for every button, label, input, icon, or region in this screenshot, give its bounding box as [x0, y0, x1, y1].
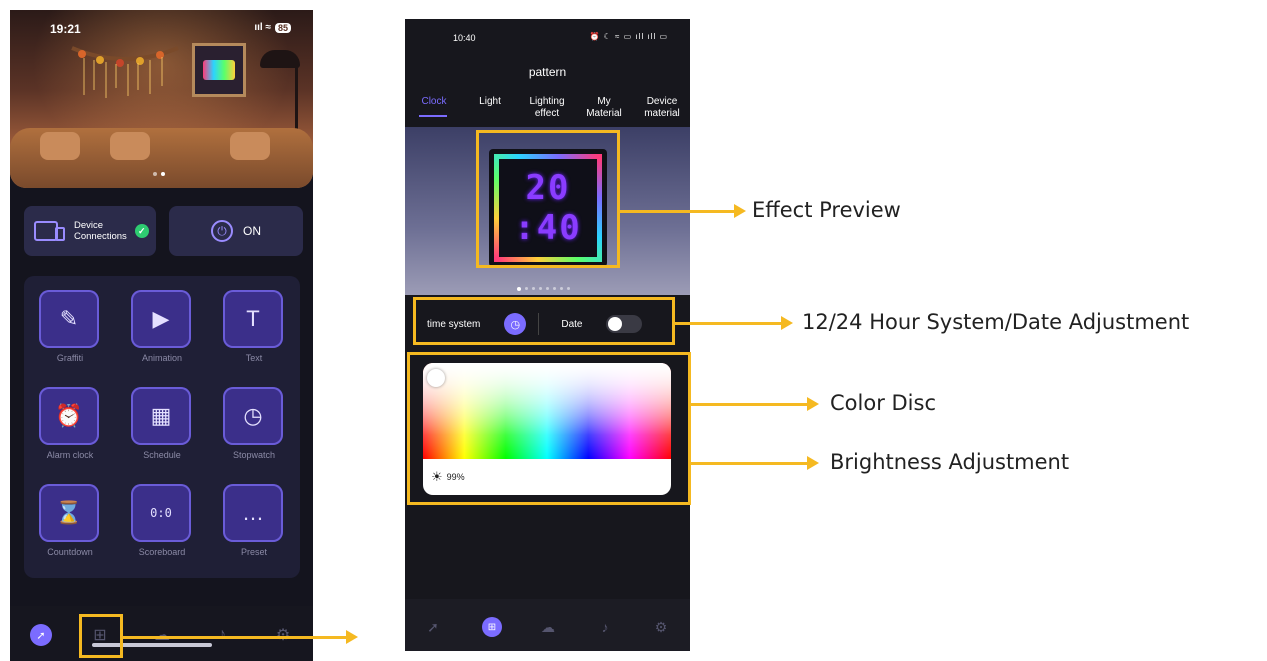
carousel-dot[interactable] [553, 287, 556, 290]
carousel-dot[interactable] [546, 287, 549, 290]
tile-label: Schedule [143, 450, 181, 460]
active-tab-indicator [419, 115, 447, 117]
arrow-head [346, 630, 358, 644]
tile-label: Stopwatch [232, 450, 276, 460]
compass-icon[interactable]: ➚ [30, 624, 52, 646]
status-time: 10:40 [453, 33, 476, 43]
carousel-dot[interactable] [560, 287, 563, 290]
hourglass-icon: ⌛ [39, 484, 99, 542]
callout-effect-preview: Effect Preview [752, 198, 901, 222]
tile-label: Graffiti [56, 353, 84, 363]
arrow-line [691, 403, 809, 406]
cushion [110, 132, 150, 160]
garland-decoration [71, 46, 179, 98]
tab-lighting-effect[interactable]: Lighting effect [523, 96, 571, 120]
carousel-dot-active[interactable] [161, 172, 165, 176]
signal-wifi-icon: ııl ≈ [254, 22, 271, 33]
carousel-dot[interactable] [153, 172, 157, 176]
tab-my-material[interactable]: My Material [581, 96, 627, 120]
carousel-dot-active[interactable] [517, 287, 521, 291]
arrow-line [123, 636, 348, 639]
tile-label: Preset [240, 547, 267, 557]
highlight-box-nav [79, 614, 123, 658]
tile-label: Alarm clock [46, 450, 94, 460]
cushion [230, 132, 270, 160]
countdown-tile[interactable]: ⌛ Countdown [24, 470, 116, 562]
music-icon[interactable]: ♪ [211, 624, 233, 646]
animation-tile[interactable]: ▶ Animation [116, 276, 208, 368]
phone-home-screen: 19:21 ııl ≈ 85 Device Connections ✓ ⏻ ON… [10, 10, 313, 661]
compass-icon[interactable]: ➚ [423, 617, 443, 637]
device-connections-button[interactable]: Device Connections ✓ [24, 206, 156, 256]
tab-clock[interactable]: Clock [417, 96, 451, 108]
arrow-head [781, 316, 793, 330]
scoreboard-tile[interactable]: 0:0 Scoreboard [116, 470, 208, 562]
page-title: pattern [528, 65, 567, 79]
pixel-art [203, 60, 235, 80]
status-icons: ııl ≈ 85 [254, 22, 291, 33]
carousel-dots[interactable] [153, 172, 165, 176]
callout-brightness: Brightness Adjustment [830, 450, 1070, 474]
text-tile[interactable]: T Text [208, 276, 300, 368]
device-icon [34, 221, 65, 241]
pattern-tabs: Clock Light Lighting effect My Material … [405, 96, 690, 126]
carousel-dot[interactable] [532, 287, 535, 290]
tile-label: Text [245, 353, 263, 363]
highlight-box-preview [476, 130, 620, 268]
alarm-clock-tile[interactable]: ⏰ Alarm clock [24, 373, 116, 465]
device-connections-label: Device Connections [74, 220, 127, 242]
arrow-line [691, 462, 809, 465]
bottom-nav: ➚ ⊞ ☁ ♪ ⚙ [405, 599, 690, 651]
power-icon: ⏻ [211, 220, 233, 242]
hero-banner[interactable]: 19:21 ııl ≈ 85 [10, 10, 313, 188]
music-icon[interactable]: ♪ [595, 617, 615, 637]
grid-apps-icon[interactable]: ⊞ [482, 617, 502, 637]
battery-indicator: 85 [274, 22, 291, 33]
callout-hour-system: 12/24 Hour System/Date Adjustment [802, 310, 1190, 334]
tab-device-material[interactable]: Device material [639, 96, 685, 120]
stopwatch-tile[interactable]: ◷ Stopwatch [208, 373, 300, 465]
alarm-clock-icon: ⏰ [39, 387, 99, 445]
tab-light[interactable]: Light [473, 96, 507, 108]
tile-label: Countdown [47, 547, 93, 557]
carousel-dot[interactable] [567, 287, 570, 290]
settings-gear-icon[interactable]: ⚙ [651, 617, 671, 637]
tile-label: Scoreboard [138, 547, 186, 557]
stage: 19:21 ııl ≈ 85 Device Connections ✓ ⏻ ON… [0, 0, 1267, 661]
arrow-line [620, 210, 736, 213]
scoreboard-icon: 0:0 [131, 484, 191, 542]
palette-icon: ✎ [39, 290, 99, 348]
settings-gear-icon[interactable]: ⚙ [272, 624, 294, 646]
highlight-box-color [407, 352, 691, 505]
tile-label: Animation [141, 353, 183, 363]
power-toggle-button[interactable]: ⏻ ON [169, 206, 303, 256]
schedule-tile[interactable]: ▦ Schedule [116, 373, 208, 465]
floor-lamp [260, 50, 300, 68]
stopwatch-icon: ◷ [223, 387, 283, 445]
arrow-line [675, 322, 783, 325]
chat-bubble-icon: … [223, 484, 283, 542]
status-time: 19:21 [50, 22, 81, 36]
power-label: ON [243, 224, 261, 238]
calendar-icon: ▦ [131, 387, 191, 445]
carousel-dot[interactable] [539, 287, 542, 290]
arrow-head [807, 397, 819, 411]
preview-carousel-dots[interactable] [517, 287, 570, 291]
graffiti-tile[interactable]: ✎ Graffiti [24, 276, 116, 368]
status-icons: ⏰ ☾ ≈ ▭ ıll ıll ▭ [589, 32, 668, 41]
carousel-dot[interactable] [525, 287, 528, 290]
preset-tile[interactable]: … Preset [208, 470, 300, 562]
cushion [40, 132, 80, 160]
bottom-nav: ➚ ⊞ ☁ ♪ ⚙ [10, 606, 313, 661]
connected-check-icon: ✓ [134, 224, 149, 238]
highlight-box-time-date [413, 297, 675, 345]
arrow-head [734, 204, 746, 218]
callout-color-disc: Color Disc [830, 391, 936, 415]
pixel-frame-display [192, 43, 246, 97]
arrow-head [807, 456, 819, 470]
film-icon: ▶ [131, 290, 191, 348]
feature-grid: ✎ Graffiti ▶ Animation T Text ⏰ Alarm cl… [24, 276, 300, 578]
text-icon: T [223, 290, 283, 348]
cloud-icon[interactable]: ☁ [538, 617, 558, 637]
